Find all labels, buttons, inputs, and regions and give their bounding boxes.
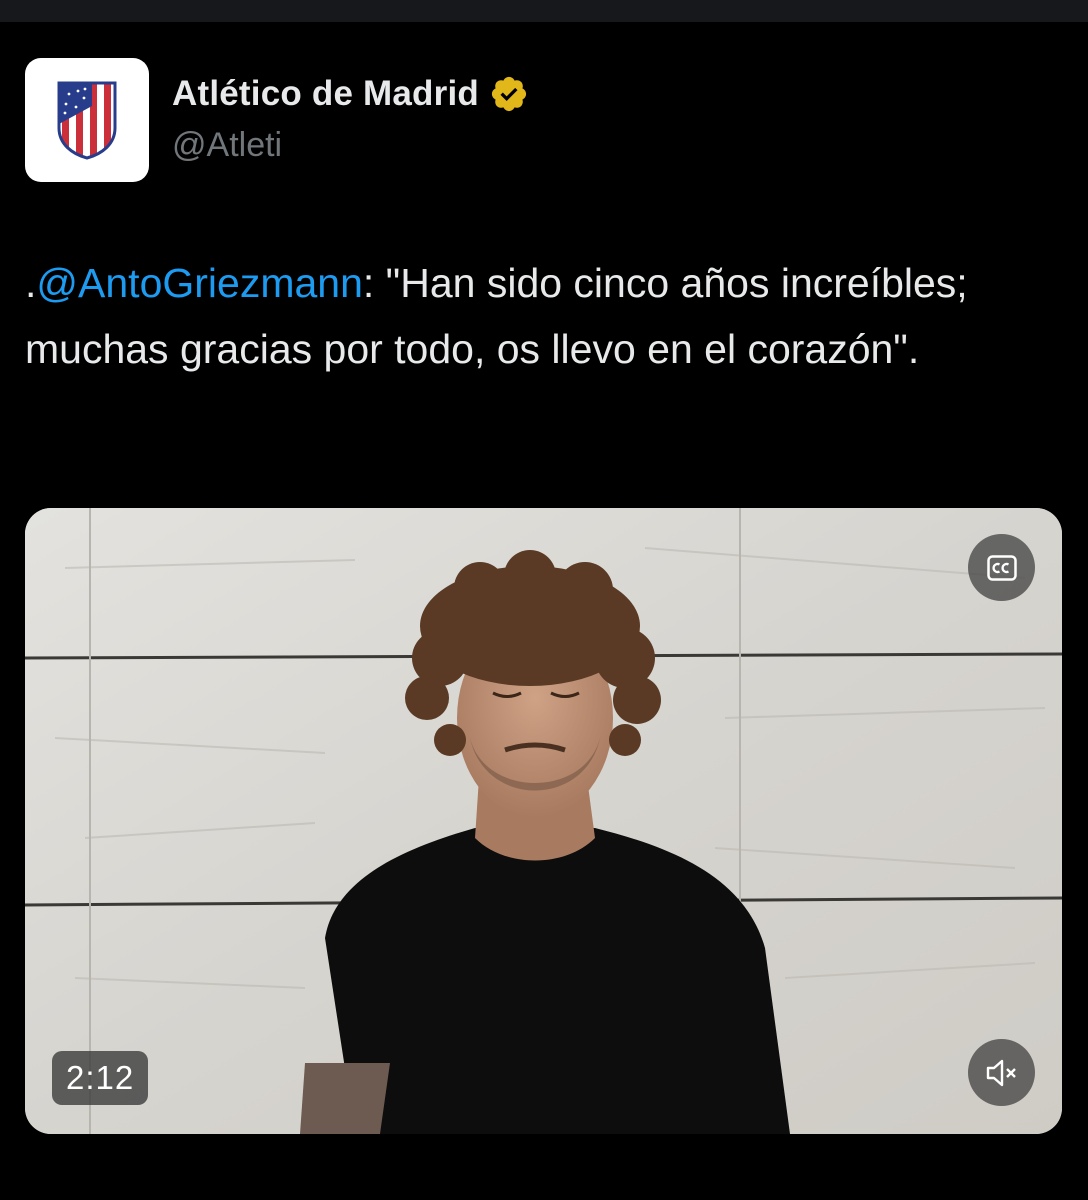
speaker-muted-icon bbox=[986, 1059, 1016, 1086]
avatar[interactable] bbox=[25, 58, 149, 182]
captions-button[interactable] bbox=[968, 534, 1035, 601]
account-name-row[interactable]: Atlético de Madrid bbox=[172, 72, 529, 116]
top-strip bbox=[0, 0, 1088, 22]
video-thumbnail bbox=[25, 508, 1062, 1134]
tweet-text: .@AntoGriezmann: "Han sido cinco años in… bbox=[25, 250, 1065, 382]
display-name[interactable]: Atlético de Madrid bbox=[172, 74, 479, 114]
cc-icon bbox=[986, 554, 1017, 581]
verified-badge-icon bbox=[489, 74, 529, 114]
video-duration: 2:12 bbox=[52, 1051, 149, 1105]
tweet-prefix: . bbox=[25, 260, 37, 306]
account-handle[interactable]: @Atleti bbox=[172, 126, 282, 165]
video-player[interactable]: 2:12 bbox=[25, 508, 1062, 1134]
mention-link[interactable]: @AntoGriezmann bbox=[36, 260, 362, 306]
atletico-crest-icon bbox=[57, 81, 117, 160]
mute-button[interactable] bbox=[968, 1039, 1035, 1106]
